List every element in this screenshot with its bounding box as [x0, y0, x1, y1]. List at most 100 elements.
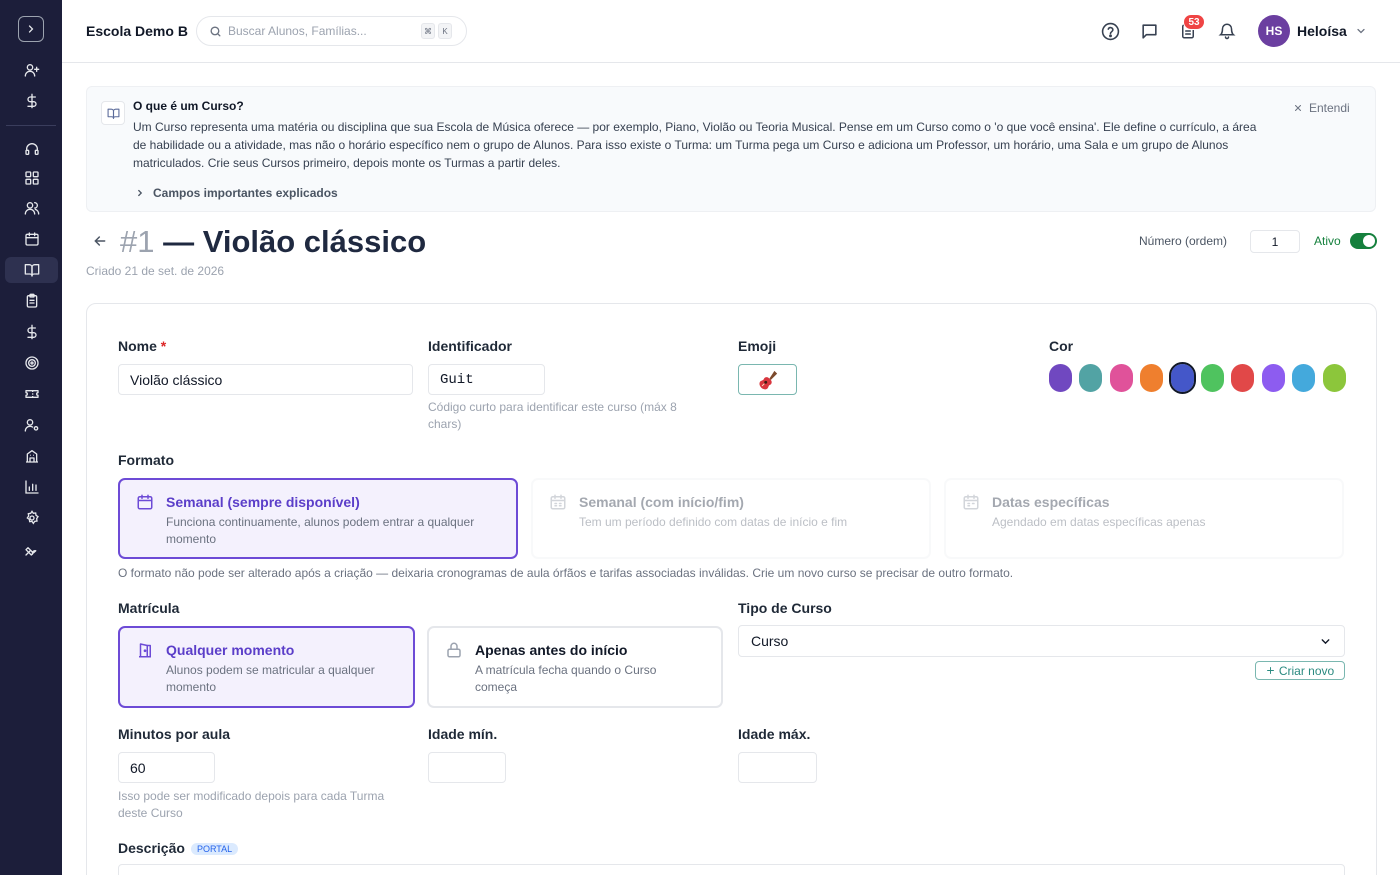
max-age-input[interactable] [738, 752, 817, 783]
help-button[interactable] [1100, 21, 1120, 41]
sidebar-item-courses[interactable] [5, 257, 58, 283]
user-menu-chevron[interactable] [1355, 25, 1367, 37]
enroll-option-title: Qualquer momento [166, 642, 295, 658]
minutes-hint: Isso pode ser modificado depois para cad… [118, 789, 385, 820]
course-title: — Violão clássico [163, 224, 427, 259]
identifier-hint: Código curto para identificar este curso… [428, 400, 677, 431]
color-swatch[interactable] [1261, 364, 1285, 392]
calendar-icon [136, 493, 154, 511]
info-banner: O que é um Curso? Um Curso representa um… [86, 86, 1376, 212]
search-icon [210, 25, 221, 37]
user-name[interactable]: Heloísa [1297, 23, 1347, 39]
format-option-weekly-range[interactable]: Semanal (com início/fim) Tem um período … [531, 478, 931, 559]
chevron-right-icon [138, 189, 143, 197]
sidebar-item-attendance[interactable] [5, 288, 58, 314]
calendar-icon [24, 232, 39, 246]
course-type-label: Tipo de Curso [738, 600, 832, 616]
close-icon [1294, 104, 1302, 112]
important-fields-toggle[interactable]: Campos importantes explicados [135, 186, 338, 200]
sidebar-item-support[interactable] [5, 136, 58, 162]
search-bar[interactable]: ⌘ K [196, 16, 467, 46]
calendar-days-icon [549, 493, 567, 511]
color-swatch[interactable] [1231, 364, 1255, 392]
name-input[interactable] [118, 364, 413, 395]
format-option-weekly-always[interactable]: Semanal (sempre disponível) Funciona con… [118, 478, 518, 559]
identifier-input[interactable] [428, 364, 545, 395]
help-circle-icon [1101, 22, 1119, 40]
format-label: Formato [118, 452, 174, 468]
format-option-title: Semanal (com início/fim) [579, 494, 744, 510]
created-date: Criado 21 de set. de 2026 [86, 264, 225, 278]
sidebar-item-settings[interactable] [5, 505, 58, 531]
page-title: #1 — Violão clássico [120, 224, 426, 260]
name-label: Nome * [118, 338, 167, 354]
building-icon [25, 450, 38, 463]
enroll-option-desc: Alunos podem se matricular a qualquer mo… [166, 663, 375, 694]
sidebar-item-calendar[interactable] [5, 226, 58, 252]
emoji-label: Emoji [738, 338, 777, 354]
identifier-label: Identificador [428, 338, 513, 354]
enroll-option-before-start[interactable]: Apenas antes do início A matrícula fecha… [427, 626, 723, 708]
sidebar-item-dashboard[interactable] [5, 165, 58, 191]
kbd-cmd: ⌘ [421, 23, 435, 39]
headset-icon [24, 143, 39, 155]
messages-button[interactable] [1139, 21, 1159, 41]
sidebar-toggle-button[interactable] [18, 16, 44, 42]
notifications-button[interactable] [1217, 21, 1237, 41]
avatar[interactable]: HS [1258, 15, 1290, 47]
gear-icon [25, 510, 39, 525]
back-button[interactable] [92, 233, 108, 249]
active-toggle[interactable] [1350, 233, 1377, 249]
create-new-label: Criar novo [1278, 663, 1335, 678]
message-square-icon [1141, 23, 1157, 39]
enroll-option-any-time[interactable]: Qualquer momento Alunos podem se matricu… [118, 626, 415, 708]
color-swatch[interactable] [1168, 362, 1196, 394]
sidebar-item-finance[interactable] [5, 319, 58, 345]
min-age-input[interactable] [428, 752, 506, 783]
format-option-title: Datas específicas [992, 494, 1110, 510]
school-name[interactable]: Escola Demo B [86, 23, 188, 39]
color-swatch[interactable] [1322, 364, 1346, 392]
sidebar-item-tools[interactable] [5, 536, 58, 562]
sidebar-item-reports[interactable] [5, 474, 58, 500]
search-input[interactable] [228, 24, 418, 38]
color-swatch[interactable] [1140, 364, 1164, 392]
ticket-icon [24, 390, 39, 398]
user-plus-icon [24, 63, 39, 77]
sidebar-item-payments[interactable] [5, 88, 58, 114]
color-swatch[interactable] [1201, 364, 1224, 392]
guitar-icon [758, 370, 777, 389]
sidebar-item-add-student[interactable] [5, 57, 58, 83]
order-input[interactable] [1250, 230, 1300, 253]
color-swatch[interactable] [1292, 364, 1316, 392]
plus-icon [1266, 667, 1274, 674]
sidebar-item-students[interactable] [5, 195, 58, 221]
chevron-right-icon [28, 25, 34, 33]
sidebar-item-teachers[interactable] [5, 412, 58, 438]
format-option-title: Semanal (sempre disponível) [166, 494, 360, 510]
topbar: Escola Demo B ⌘ K 53 HS Heloísa [62, 0, 1400, 63]
color-swatch[interactable] [1109, 364, 1133, 392]
sidebar-item-school[interactable] [5, 443, 58, 469]
important-fields-label: Campos importantes explicados [153, 186, 338, 200]
color-swatch[interactable] [1049, 364, 1072, 392]
course-type-select[interactable]: Curso [738, 625, 1345, 657]
color-swatch[interactable] [1079, 364, 1103, 392]
sidebar-item-goals[interactable] [5, 350, 58, 376]
format-note: O formato não pode ser alterado após a c… [118, 566, 1014, 580]
dismiss-label: Entendi [1309, 101, 1350, 115]
create-new-type-button[interactable]: Criar novo [1255, 661, 1345, 680]
description-editor[interactable] [118, 864, 1345, 875]
required-marker: * [160, 338, 167, 354]
min-age-label: Idade mín. [428, 726, 498, 742]
lock-icon [445, 641, 463, 659]
format-option-specific-dates[interactable]: Datas específicas Agendado em datas espe… [944, 478, 1344, 559]
emoji-picker-button[interactable] [738, 364, 797, 395]
format-option-desc: Tem um período definido com datas de iní… [579, 515, 848, 529]
minutes-input[interactable] [118, 752, 215, 783]
arrow-left-icon [94, 236, 106, 246]
chevron-down-icon [1357, 28, 1365, 34]
sidebar-item-tickets[interactable] [5, 381, 58, 407]
dollar-icon [26, 93, 37, 109]
dismiss-info-button[interactable]: Entendi [1293, 101, 1350, 115]
